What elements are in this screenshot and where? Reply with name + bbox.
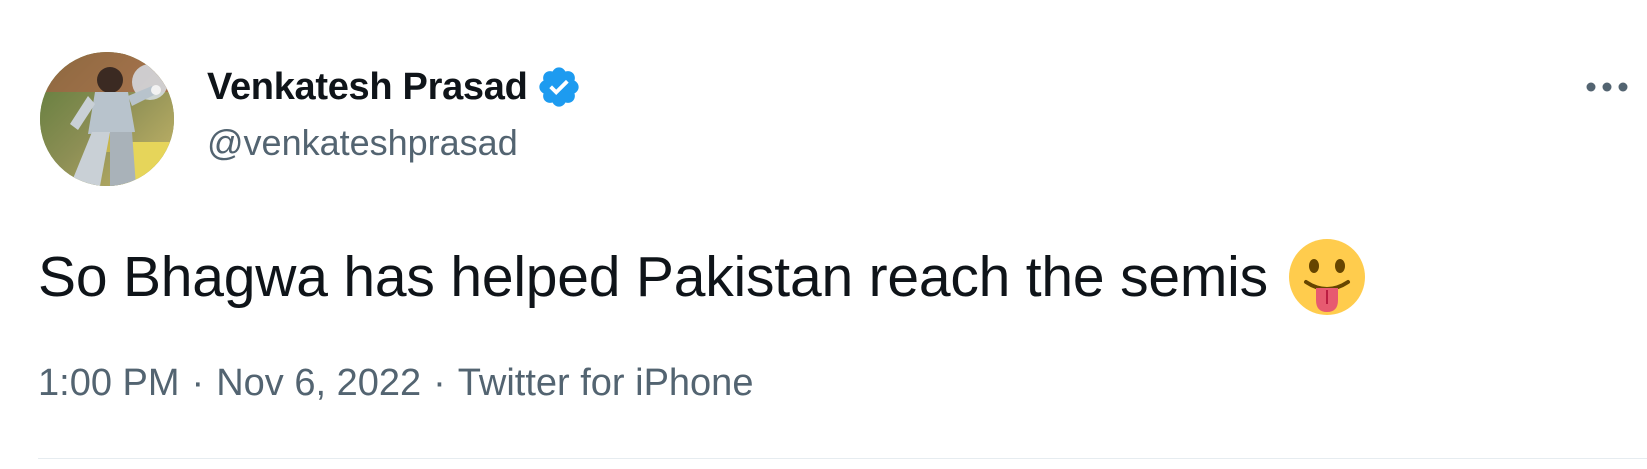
verified-badge-icon [536,64,582,110]
author-handle[interactable]: @venkateshprasad [207,122,582,164]
tweet-meta: 1:00 PM · Nov 6, 2022 · Twitter for iPho… [38,362,753,405]
face-with-tongue-emoji-icon [1286,236,1368,318]
author-name[interactable]: Venkatesh Prasad [207,66,528,109]
tweet-time[interactable]: 1:00 PM [38,362,180,405]
tweet-body: So Bhagwa has helped Pakistan reach the … [38,236,1368,318]
tweet-text: So Bhagwa has helped Pakistan reach the … [38,245,1268,309]
tweet-date[interactable]: Nov 6, 2022 [216,362,421,405]
author-block: Venkatesh Prasad @venkateshprasad [207,62,582,164]
avatar-image [40,52,174,186]
meta-separator: · [191,362,205,404]
divider [38,458,1647,459]
avatar[interactable] [40,52,174,186]
tweet-card: Venkatesh Prasad @venkateshprasad So Bha… [0,0,1647,469]
name-row: Venkatesh Prasad [207,62,582,112]
tweet-source[interactable]: Twitter for iPhone [458,362,754,405]
meta-separator: · [433,362,446,404]
more-options-icon[interactable] [1582,72,1632,102]
